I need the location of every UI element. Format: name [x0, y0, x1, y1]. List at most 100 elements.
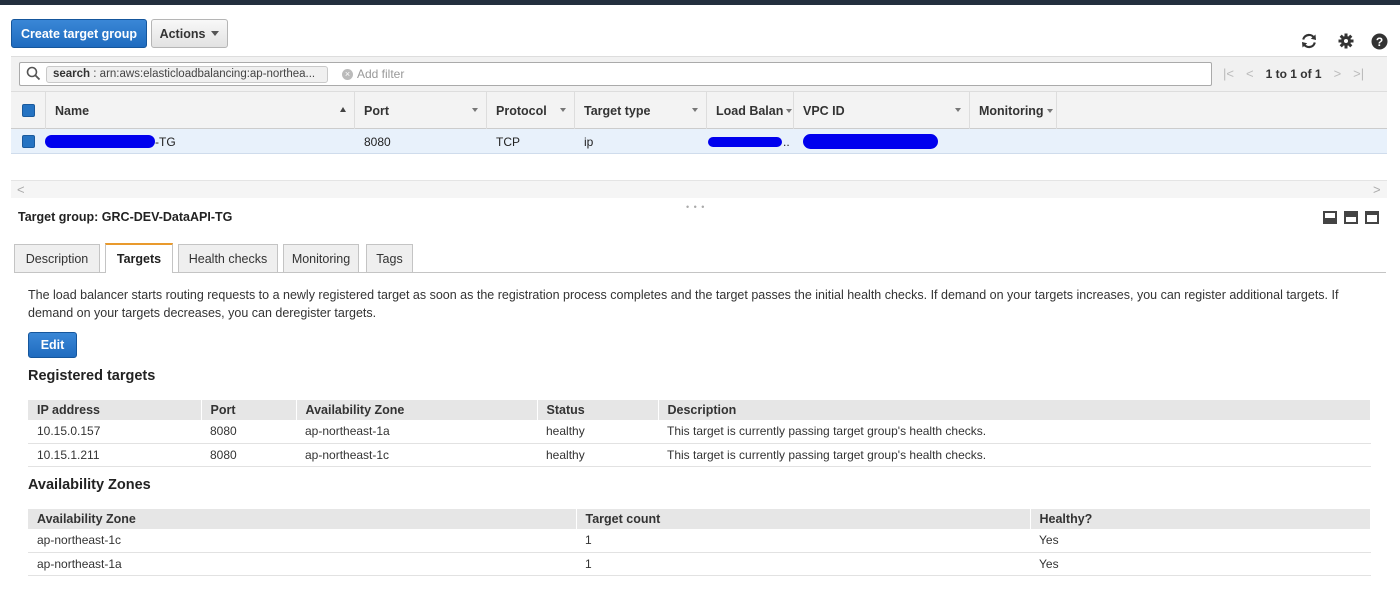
column-protocol[interactable]: Protocol — [487, 92, 575, 129]
table-row: ap-northeast-1c 1 Yes — [28, 529, 1371, 553]
column-header: Availability Zone — [28, 509, 577, 529]
svg-text:?: ? — [1375, 35, 1382, 49]
last-page-icon[interactable]: >| — [1353, 66, 1364, 81]
layout-split-icon[interactable] — [1344, 211, 1358, 224]
sort-asc-icon — [340, 107, 346, 112]
filter-token-key: search — [53, 68, 91, 80]
edit-label: Edit — [40, 338, 65, 352]
detail-tabs: Description Targets Health checks Monito… — [14, 243, 1386, 273]
row-checkbox[interactable] — [11, 129, 46, 154]
actions-label: Actions — [159, 26, 206, 41]
table-cell: 1 — [576, 552, 1030, 576]
close-icon[interactable]: × — [342, 69, 353, 80]
filter-bar: search : arn:aws:elasticloadbalancing:ap… — [11, 56, 1387, 92]
layout-bottom-icon[interactable] — [1323, 211, 1337, 224]
table-cell: ap-northeast-1c — [28, 529, 576, 553]
column-target-type[interactable]: Target type — [575, 92, 707, 129]
table-cell: 10.15.1.211 — [28, 443, 201, 467]
chevron-down-icon — [211, 31, 220, 36]
actions-button[interactable]: Actions — [151, 19, 228, 48]
table-row[interactable]: -TG 8080 TCP ip .. — [11, 129, 1387, 154]
resize-handle-icon[interactable]: • • • — [686, 202, 705, 212]
availability-zones-table: Availability Zone Target count Healthy? ap… — [28, 509, 1371, 576]
horizontal-scrollbar[interactable]: < > — [11, 180, 1387, 198]
registered-targets-title: Registered targets — [28, 368, 156, 384]
column-name[interactable]: Name — [46, 92, 355, 129]
table-row: ap-northeast-1a 1 Yes — [28, 552, 1371, 576]
table-row: 10.15.0.157 8080 ap-northeast-1a healthy Thi… — [28, 420, 1371, 444]
create-target-group-button[interactable]: Create target group — [11, 19, 147, 48]
column-header: Availability Zone — [296, 400, 538, 420]
table-cell: 8080 — [201, 420, 296, 444]
detail-title: Target group: GRC-DEV-DataAPI-TG — [18, 210, 233, 224]
chevron-down-icon — [472, 108, 478, 112]
edit-button[interactable]: Edit — [28, 332, 77, 358]
column-monitoring[interactable]: Monitoring — [970, 92, 1057, 129]
top-bar — [0, 0, 1400, 5]
table-cell: healthy — [537, 443, 658, 467]
table-header-row: Availability Zone Target count Healthy? — [28, 509, 1371, 529]
redaction-mark — [803, 134, 938, 149]
table-cell: ap-northeast-1a — [28, 552, 576, 576]
first-page-icon[interactable]: |< — [1223, 66, 1234, 81]
column-header: Healthy? — [1030, 509, 1371, 529]
table-cell: 10.15.0.157 — [28, 420, 201, 444]
add-filter-placeholder[interactable]: Add filter — [357, 67, 404, 81]
column-load-balancer[interactable]: Load Balan — [707, 92, 794, 129]
table-cell: This target is currently passing target … — [658, 443, 1371, 467]
table-cell: ap-northeast-1c — [296, 443, 537, 467]
target-groups-table-header: Name Port Protocol Target type Load Bala… — [11, 92, 1387, 129]
table-cell: 1 — [576, 529, 1030, 553]
create-target-group-label: Create target group — [21, 26, 137, 41]
column-header: Description — [658, 400, 1371, 420]
column-port[interactable]: Port — [355, 92, 487, 129]
column-header: Target count — [576, 509, 1031, 529]
table-cell: This target is currently passing target … — [658, 420, 1371, 444]
table-cell: healthy — [537, 420, 658, 444]
filter-token[interactable]: search : arn:aws:elasticloadbalancing:ap… — [46, 66, 328, 83]
layout-top-icon[interactable] — [1365, 211, 1379, 224]
column-header: IP address — [28, 400, 202, 420]
tab-monitoring[interactable]: Monitoring — [283, 244, 359, 272]
scroll-left-icon[interactable]: < — [17, 182, 25, 197]
table-cell: 8080 — [201, 443, 296, 467]
column-header: Port — [201, 400, 297, 420]
row-port: 8080 — [364, 134, 391, 149]
registered-targets-table: IP address Port Availability Zone Status Des… — [28, 400, 1371, 467]
tab-health-checks[interactable]: Health checks — [178, 244, 278, 272]
search-input[interactable]: search : arn:aws:elasticloadbalancing:ap… — [19, 62, 1212, 86]
row-load-balancer: .. — [783, 134, 790, 149]
redaction-mark — [708, 137, 782, 147]
prev-page-icon[interactable]: < — [1246, 66, 1254, 81]
select-all-checkbox[interactable] — [11, 92, 46, 129]
chevron-down-icon — [955, 108, 961, 112]
column-header: Status — [537, 400, 659, 420]
tab-tags[interactable]: Tags — [366, 244, 413, 272]
pagination: |< < 1 to 1 of 1 > >| — [1223, 66, 1364, 81]
row-name: -TG — [155, 134, 176, 149]
availability-zones-title: Availability Zones — [28, 477, 151, 493]
tab-description[interactable]: Description — [14, 244, 100, 272]
refresh-icon[interactable] — [1299, 31, 1319, 51]
table-cell: Yes — [1030, 529, 1371, 553]
table-cell: ap-northeast-1a — [296, 420, 537, 444]
help-icon[interactable]: ? — [1369, 31, 1389, 51]
gear-icon[interactable] — [1336, 31, 1356, 51]
filter-token-value: : arn:aws:elasticloadbalancing:ap-northe… — [90, 68, 316, 80]
layout-switcher — [1323, 211, 1379, 224]
chevron-down-icon — [786, 108, 793, 113]
chevron-down-icon — [692, 108, 698, 112]
next-page-icon[interactable]: > — [1334, 66, 1342, 81]
row-protocol: TCP — [496, 134, 520, 149]
column-vpc-id[interactable]: VPC ID — [794, 92, 970, 129]
row-target-type: ip — [584, 134, 594, 149]
table-row: 10.15.1.211 8080 ap-northeast-1c healthy Thi… — [28, 443, 1371, 467]
targets-description: The load balancer starts routing request… — [28, 288, 1339, 320]
chevron-down-icon — [560, 108, 566, 112]
table-cell: Yes — [1030, 552, 1371, 576]
chevron-down-icon — [1046, 108, 1053, 113]
tab-targets[interactable]: Targets — [105, 243, 173, 273]
scroll-right-icon[interactable]: > — [1373, 182, 1381, 197]
pager-count: 1 to 1 of 1 — [1265, 66, 1322, 81]
search-icon — [26, 66, 41, 84]
